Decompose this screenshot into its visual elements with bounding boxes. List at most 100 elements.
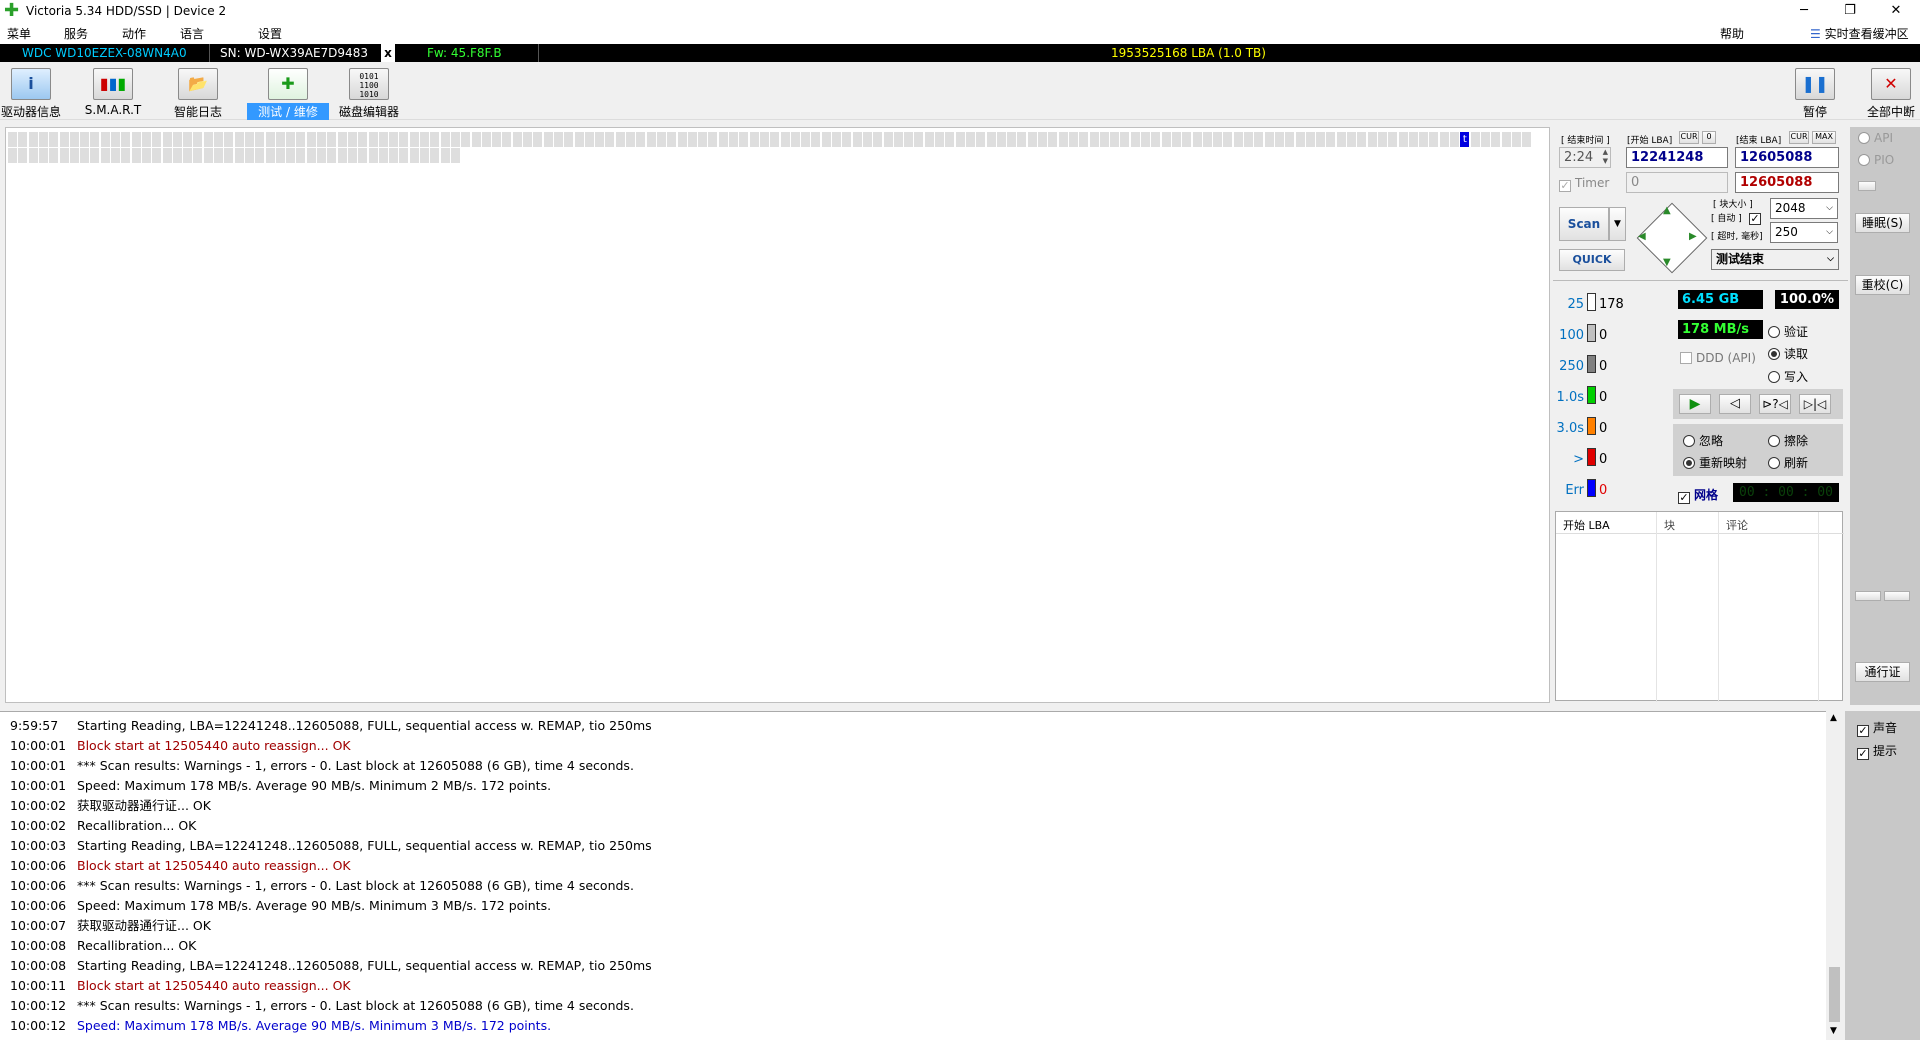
timeout-select[interactable]: 250 ⌵ (1770, 222, 1838, 243)
abort-all-button[interactable]: ✕ 全部中断 (1863, 66, 1919, 120)
end-action-select[interactable]: 测试结束 ⌵ (1711, 249, 1839, 270)
end-lba-secondary-field[interactable]: 12605088 (1735, 172, 1839, 193)
hint-checkbox[interactable]: ✓ 提示 (1857, 742, 1897, 760)
device-firmware: Fw: 45.F8F.B (427, 46, 502, 60)
end-time-field[interactable]: 2:24 ▲ ▼ (1559, 147, 1611, 168)
api-radio[interactable]: API (1858, 131, 1893, 145)
end-lba-field[interactable]: 12605088 (1735, 147, 1839, 168)
histogram-count: 0 (1599, 359, 1608, 374)
grid-timer-display: 00 : 00 : 00 (1733, 483, 1839, 502)
minimize-button[interactable]: ─ (1781, 0, 1827, 22)
map-block (255, 132, 265, 147)
auto-checkbox[interactable]: ✓ (1749, 209, 1765, 225)
menu-action[interactable]: 动作 (122, 25, 146, 42)
map-block (759, 132, 769, 147)
play-icon[interactable]: ▶ (1679, 394, 1711, 414)
log-time: 10:00:11 (10, 978, 67, 993)
small-toggle-button[interactable] (1858, 181, 1876, 191)
timer-value-field[interactable]: 0 (1626, 172, 1728, 193)
map-block (492, 132, 502, 147)
map-block (1007, 132, 1017, 147)
sleep-button[interactable]: 睡眠(S) (1855, 213, 1910, 233)
histogram-key: Err (1565, 483, 1584, 498)
pause-button[interactable]: ❚❚ 暂停 (1790, 66, 1840, 120)
menu-language[interactable]: 语言 (180, 25, 204, 42)
device-close-icon[interactable]: x (381, 44, 395, 62)
col-blocks[interactable]: 块 (1664, 517, 1675, 533)
zero-start-button[interactable]: 0 (1702, 131, 1716, 144)
map-block (8, 148, 17, 163)
histogram-key: 3.0s (1556, 421, 1584, 436)
menu-help[interactable]: 帮助 (1720, 25, 1744, 42)
maximize-button[interactable]: ❐ (1827, 0, 1873, 22)
close-button[interactable]: ✕ (1873, 0, 1919, 22)
refresh-radio[interactable]: 刷新 (1768, 454, 1808, 471)
quick-button[interactable]: QUICK (1559, 249, 1625, 271)
map-block (214, 148, 223, 163)
disk-editor-button[interactable]: 0101 1100 1010 磁盘编辑器 (336, 66, 402, 120)
menu-settings[interactable]: 设置 (258, 25, 282, 42)
map-block (244, 148, 254, 163)
col-comment[interactable]: 评论 (1726, 517, 1748, 533)
cur-end-button[interactable]: CUR (1789, 131, 1809, 144)
menu-service[interactable]: 服务 (64, 25, 88, 42)
write-radio[interactable]: 写入 (1768, 368, 1808, 385)
nav-down-icon[interactable]: ▼ (1663, 257, 1671, 268)
recalibrate-button[interactable]: 重校(C) (1855, 275, 1910, 295)
erase-radio[interactable]: 擦除 (1768, 432, 1808, 449)
remap-radio[interactable]: 重新映射 (1683, 454, 1747, 471)
map-block (512, 132, 522, 147)
menu-main[interactable]: 菜单 (7, 25, 31, 42)
device-model[interactable]: WDC WD10EZEX-08WN4A0 (0, 44, 210, 62)
scan-control-panel: [ 结束时间 ] [开始 LBA] CUR 0 [结束 LBA] CUR MAX… (1553, 127, 1848, 705)
log-entry: 10:00:01 Speed: Maximum 178 MB/s. Average… (10, 776, 551, 796)
ignore-radio[interactable]: 忽略 (1683, 432, 1723, 449)
log-entry: 10:00:11 Block start at 12505440 auto rea… (10, 976, 351, 996)
passport-button[interactable]: 通行证 (1855, 662, 1910, 682)
end-icon[interactable]: ▷|◁ (1799, 394, 1831, 414)
pio-radio[interactable]: PIO (1858, 153, 1894, 167)
log-message: Starting Reading, LBA=12241248..12605088… (77, 958, 652, 973)
map-block (1388, 132, 1398, 147)
nav-left-icon[interactable]: ◀ (1638, 231, 1646, 242)
block-size-select[interactable]: 2048 ⌵ (1770, 198, 1838, 219)
column-divider (1656, 512, 1657, 702)
scroll-up-icon[interactable]: ▲ (1830, 713, 1837, 723)
nav-up-icon[interactable]: ▲ (1663, 205, 1671, 216)
drive-info-button[interactable]: i 驱动器信息 (0, 66, 62, 120)
notify-options: ✓ 声音 ✓ 提示 (1845, 711, 1920, 1040)
grid-checkbox[interactable]: ✓ 网格 (1678, 486, 1718, 504)
log-time: 10:00:06 (10, 878, 67, 893)
cache-view-toggle[interactable]: ☰ 实时查看缓冲区 (1810, 25, 1909, 42)
read-radio[interactable]: 读取 (1768, 345, 1808, 362)
start-lba-field[interactable]: 12241248 (1626, 147, 1728, 168)
map-block (430, 132, 440, 147)
log-message: Starting Reading, LBA=12241248..12605088… (77, 718, 652, 733)
max-end-button[interactable]: MAX (1812, 131, 1836, 144)
smart-log-button[interactable]: 📂 智能日志 (167, 66, 229, 120)
log-scrollbar[interactable]: ▲ ▼ (1826, 711, 1843, 1040)
right-side-panel: API PIO 睡眠(S) 重校(C) 通行证 (1850, 127, 1920, 705)
column-divider (1718, 512, 1719, 702)
scroll-left-button[interactable] (1855, 591, 1881, 601)
scroll-right-button[interactable] (1884, 591, 1910, 601)
rewind-icon[interactable]: ◁ (1719, 394, 1751, 414)
scan-button[interactable]: Scan (1559, 207, 1609, 241)
scan-dropdown-icon[interactable]: ▼ (1609, 207, 1626, 241)
skip-icon[interactable]: ⊳?◁ (1759, 394, 1791, 414)
cur-start-button[interactable]: CUR (1679, 131, 1699, 144)
smart-button[interactable]: ▮▮▮ S.M.A.R.T (82, 66, 144, 120)
time-spinner-icon[interactable]: ▲ ▼ (1603, 148, 1608, 166)
test-repair-tab[interactable]: ✚ 测试 / 维修 (247, 66, 329, 120)
sound-checkbox[interactable]: ✓ 声音 (1857, 719, 1897, 737)
ddd-api-checkbox[interactable]: DDD (API) (1680, 351, 1756, 365)
column-divider (1818, 512, 1819, 702)
verify-radio[interactable]: 验证 (1768, 323, 1808, 340)
scroll-thumb[interactable] (1829, 967, 1840, 1022)
scroll-down-icon[interactable]: ▼ (1830, 1026, 1837, 1036)
timer-checkbox[interactable]: ✓ Timer (1559, 176, 1609, 192)
nav-right-icon[interactable]: ▶ (1689, 231, 1697, 242)
histogram-swatch (1587, 417, 1596, 435)
col-start-lba[interactable]: 开始 LBA (1563, 517, 1610, 533)
log-entry: 10:00:06 Block start at 12505440 auto rea… (10, 856, 351, 876)
